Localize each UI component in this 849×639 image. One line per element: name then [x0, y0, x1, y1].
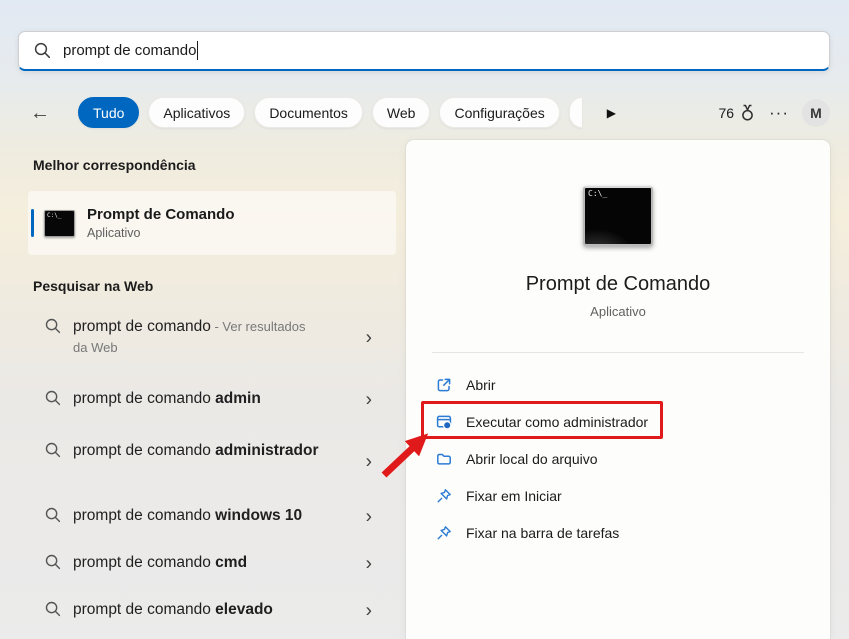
best-match-title: Prompt de Comando	[87, 206, 235, 223]
more-options-button[interactable]: ···	[769, 108, 789, 118]
suggestion-text: prompt de comando - Ver resultados da We…	[73, 316, 323, 360]
selection-indicator	[31, 209, 34, 237]
action-abrir[interactable]: Abrir	[406, 366, 830, 403]
suggestion-text: prompt de comando elevado	[73, 599, 323, 623]
search-icon	[34, 42, 51, 59]
search-query-text: prompt de comando	[63, 42, 196, 59]
cmd-prompt-icon: C:\_	[44, 210, 75, 237]
annotation-arrow-icon	[377, 429, 437, 481]
web-search-heading: Pesquisar na Web	[33, 278, 153, 294]
search-icon	[45, 390, 61, 406]
action-label: Abrir	[466, 377, 496, 393]
windows-search-window: prompt de comando ← Tudo Aplicativos Doc…	[0, 0, 849, 639]
search-icon	[45, 318, 61, 334]
search-icon	[45, 507, 61, 523]
chevron-right-icon[interactable]: ›	[366, 329, 372, 348]
chevron-right-icon[interactable]: ›	[366, 508, 372, 527]
action-abrir-local-do-arquivo[interactable]: Abrir local do arquivo	[406, 440, 830, 477]
web-suggestion-row[interactable]: prompt de comando administrador ›	[28, 440, 396, 484]
tab-web[interactable]: Web	[372, 97, 431, 128]
web-suggestion-row[interactable]: prompt de comando elevado ›	[28, 599, 396, 623]
folder-icon	[436, 451, 452, 467]
chevron-right-icon[interactable]: ›	[366, 391, 372, 410]
action-label: Abrir local do arquivo	[466, 451, 598, 467]
suggestion-text: prompt de comando admin	[73, 388, 323, 412]
filter-row: ← Tudo Aplicativos Documentos Web Config…	[0, 97, 849, 129]
search-icon	[45, 554, 61, 570]
action-fixar-na-barra-de-tarefas[interactable]: Fixar na barra de tarefas	[406, 514, 830, 551]
best-match-result[interactable]: C:\_ Prompt de Comando Aplicativo	[28, 191, 396, 255]
chevron-right-icon[interactable]: ›	[366, 555, 372, 574]
cmd-prompt-icon-large: C:\_	[583, 186, 653, 246]
action-label: Fixar na barra de tarefas	[466, 525, 619, 541]
tab-partial-clipped[interactable]	[569, 97, 582, 128]
search-icon	[45, 601, 61, 617]
text-cursor	[197, 41, 198, 60]
back-arrow-icon[interactable]: ←	[30, 100, 50, 126]
divider	[432, 352, 804, 353]
rewards-button[interactable]: 76	[718, 104, 756, 122]
app-actions: Abrir Executar como administrador Abrir …	[406, 366, 830, 551]
rewards-medal-icon	[739, 104, 756, 122]
search-input[interactable]: prompt de comando	[18, 31, 830, 71]
best-match-subtitle: Aplicativo	[87, 226, 235, 240]
suggestion-text: prompt de comando cmd	[73, 552, 323, 576]
open-external-icon	[436, 377, 452, 393]
action-fixar-em-iniciar[interactable]: Fixar em Iniciar	[406, 477, 830, 514]
suggestion-text: prompt de comando administrador	[73, 440, 323, 484]
tab-tudo[interactable]: Tudo	[78, 97, 139, 128]
best-match-heading: Melhor correspondência	[33, 157, 196, 173]
tab-aplicativos[interactable]: Aplicativos	[148, 97, 245, 128]
filter-tabs: Tudo Aplicativos Documentos Web Configur…	[78, 97, 616, 128]
web-suggestion-row[interactable]: prompt de comando windows 10 ›	[28, 505, 396, 529]
tab-configuracoes[interactable]: Configurações	[439, 97, 559, 128]
web-suggestion-row[interactable]: prompt de comando - Ver resultados da We…	[28, 316, 396, 360]
action-label: Fixar em Iniciar	[466, 488, 562, 504]
web-suggestion-row[interactable]: prompt de comando admin ›	[28, 388, 396, 412]
user-avatar[interactable]: M	[802, 99, 830, 127]
app-subtitle: Aplicativo	[406, 304, 830, 319]
chevron-right-icon[interactable]: ›	[366, 453, 372, 472]
pin-icon	[436, 525, 452, 541]
preview-panel: C:\_ Prompt de Comando Aplicativo Abrir …	[406, 140, 830, 639]
chevron-right-icon[interactable]: ›	[366, 602, 372, 621]
tabs-overflow-arrow-icon[interactable]: ▶	[607, 106, 616, 120]
highlight-box-annotation	[421, 401, 663, 439]
suggestion-text: prompt de comando windows 10	[73, 505, 323, 529]
rewards-points: 76	[718, 105, 734, 121]
tab-documentos[interactable]: Documentos	[254, 97, 363, 128]
search-icon	[45, 442, 61, 458]
app-title: Prompt de Comando	[406, 273, 830, 296]
web-suggestion-row[interactable]: prompt de comando cmd ›	[28, 552, 396, 576]
pin-icon	[436, 488, 452, 504]
header-right-group: 76 ··· M	[718, 97, 830, 128]
